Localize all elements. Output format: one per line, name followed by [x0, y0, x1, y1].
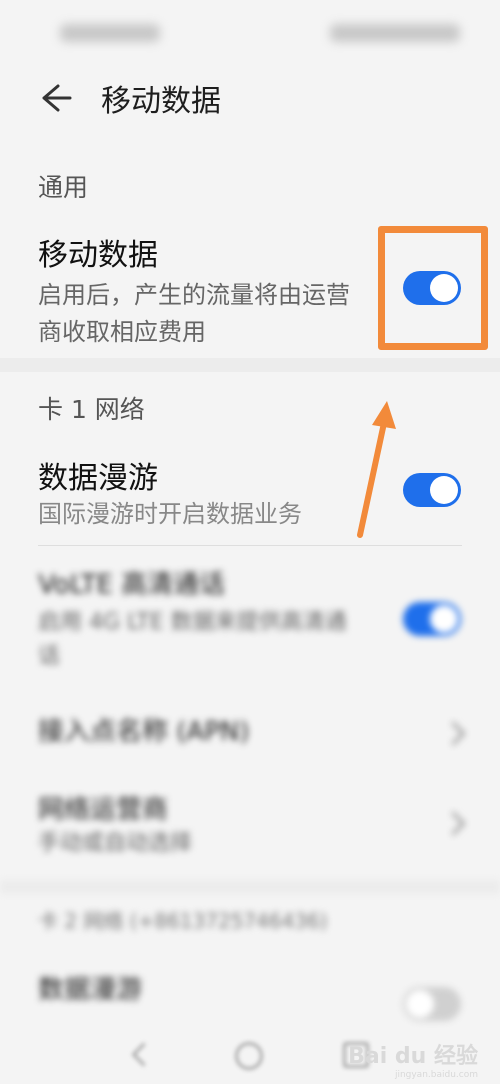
app-header: 移动数据 [0, 60, 500, 135]
sim2-data-roaming-toggle[interactable] [403, 987, 461, 1021]
sim2-data-roaming-row[interactable]: 数据漫游 [0, 965, 500, 1025]
carrier-description: 手动或自动选择 [38, 831, 193, 856]
watermark-logo: Bai du 经验 [348, 1044, 478, 1069]
status-left-icons [60, 24, 160, 42]
section-gap [0, 358, 500, 372]
data-roaming-row[interactable]: 数据漫游 国际漫游时开启数据业务 [0, 450, 500, 540]
back-arrow-icon [42, 84, 72, 112]
nav-home-icon[interactable] [235, 1042, 263, 1070]
highlight-box [378, 226, 488, 350]
volte-row[interactable]: VoLTE 高清通话 启用 4G LTE 数据来提供高清通话 [0, 560, 500, 685]
data-roaming-title: 数据漫游 [38, 461, 158, 496]
sim2-data-roaming-title: 数据漫游 [38, 975, 143, 1005]
nav-back-icon[interactable] [131, 1042, 156, 1067]
volte-title: VoLTE 高清通话 [38, 570, 226, 600]
toggle-knob [406, 990, 434, 1018]
divider [38, 545, 462, 546]
toggle-knob [430, 605, 458, 633]
data-roaming-description: 国际漫游时开启数据业务 [38, 500, 302, 528]
apn-title: 接入点名称 (APN) [38, 717, 250, 747]
status-bar [0, 0, 500, 60]
carrier-row[interactable]: 网络运营商 手动或自动选择 [0, 785, 500, 865]
volte-toggle[interactable] [403, 602, 461, 636]
apn-row[interactable]: 接入点名称 (APN) [0, 705, 500, 765]
arrow-annotation [357, 401, 396, 538]
section-gap [0, 880, 500, 894]
section-sim1: 卡 1 网络 [38, 395, 145, 424]
data-roaming-toggle[interactable] [403, 473, 461, 507]
watermark-url: jingyan.baidu.com [394, 1070, 478, 1080]
section-sim2: 卡 2 网络 (+8613725746436) [38, 909, 328, 933]
volte-description: 启用 4G LTE 数据来提供高清通话 [38, 610, 347, 669]
status-right-icons [330, 24, 460, 42]
mobile-data-description: 启用后，产生的流量将由运营商收取相应费用 [38, 281, 350, 346]
chevron-right-icon [441, 811, 466, 836]
mobile-data-title: 移动数据 [38, 238, 158, 273]
section-general: 通用 [38, 173, 89, 202]
carrier-title: 网络运营商 [38, 795, 169, 825]
chevron-right-icon [441, 721, 466, 746]
back-button[interactable] [36, 78, 76, 118]
page-title: 移动数据 [101, 84, 221, 119]
toggle-knob [430, 476, 458, 504]
